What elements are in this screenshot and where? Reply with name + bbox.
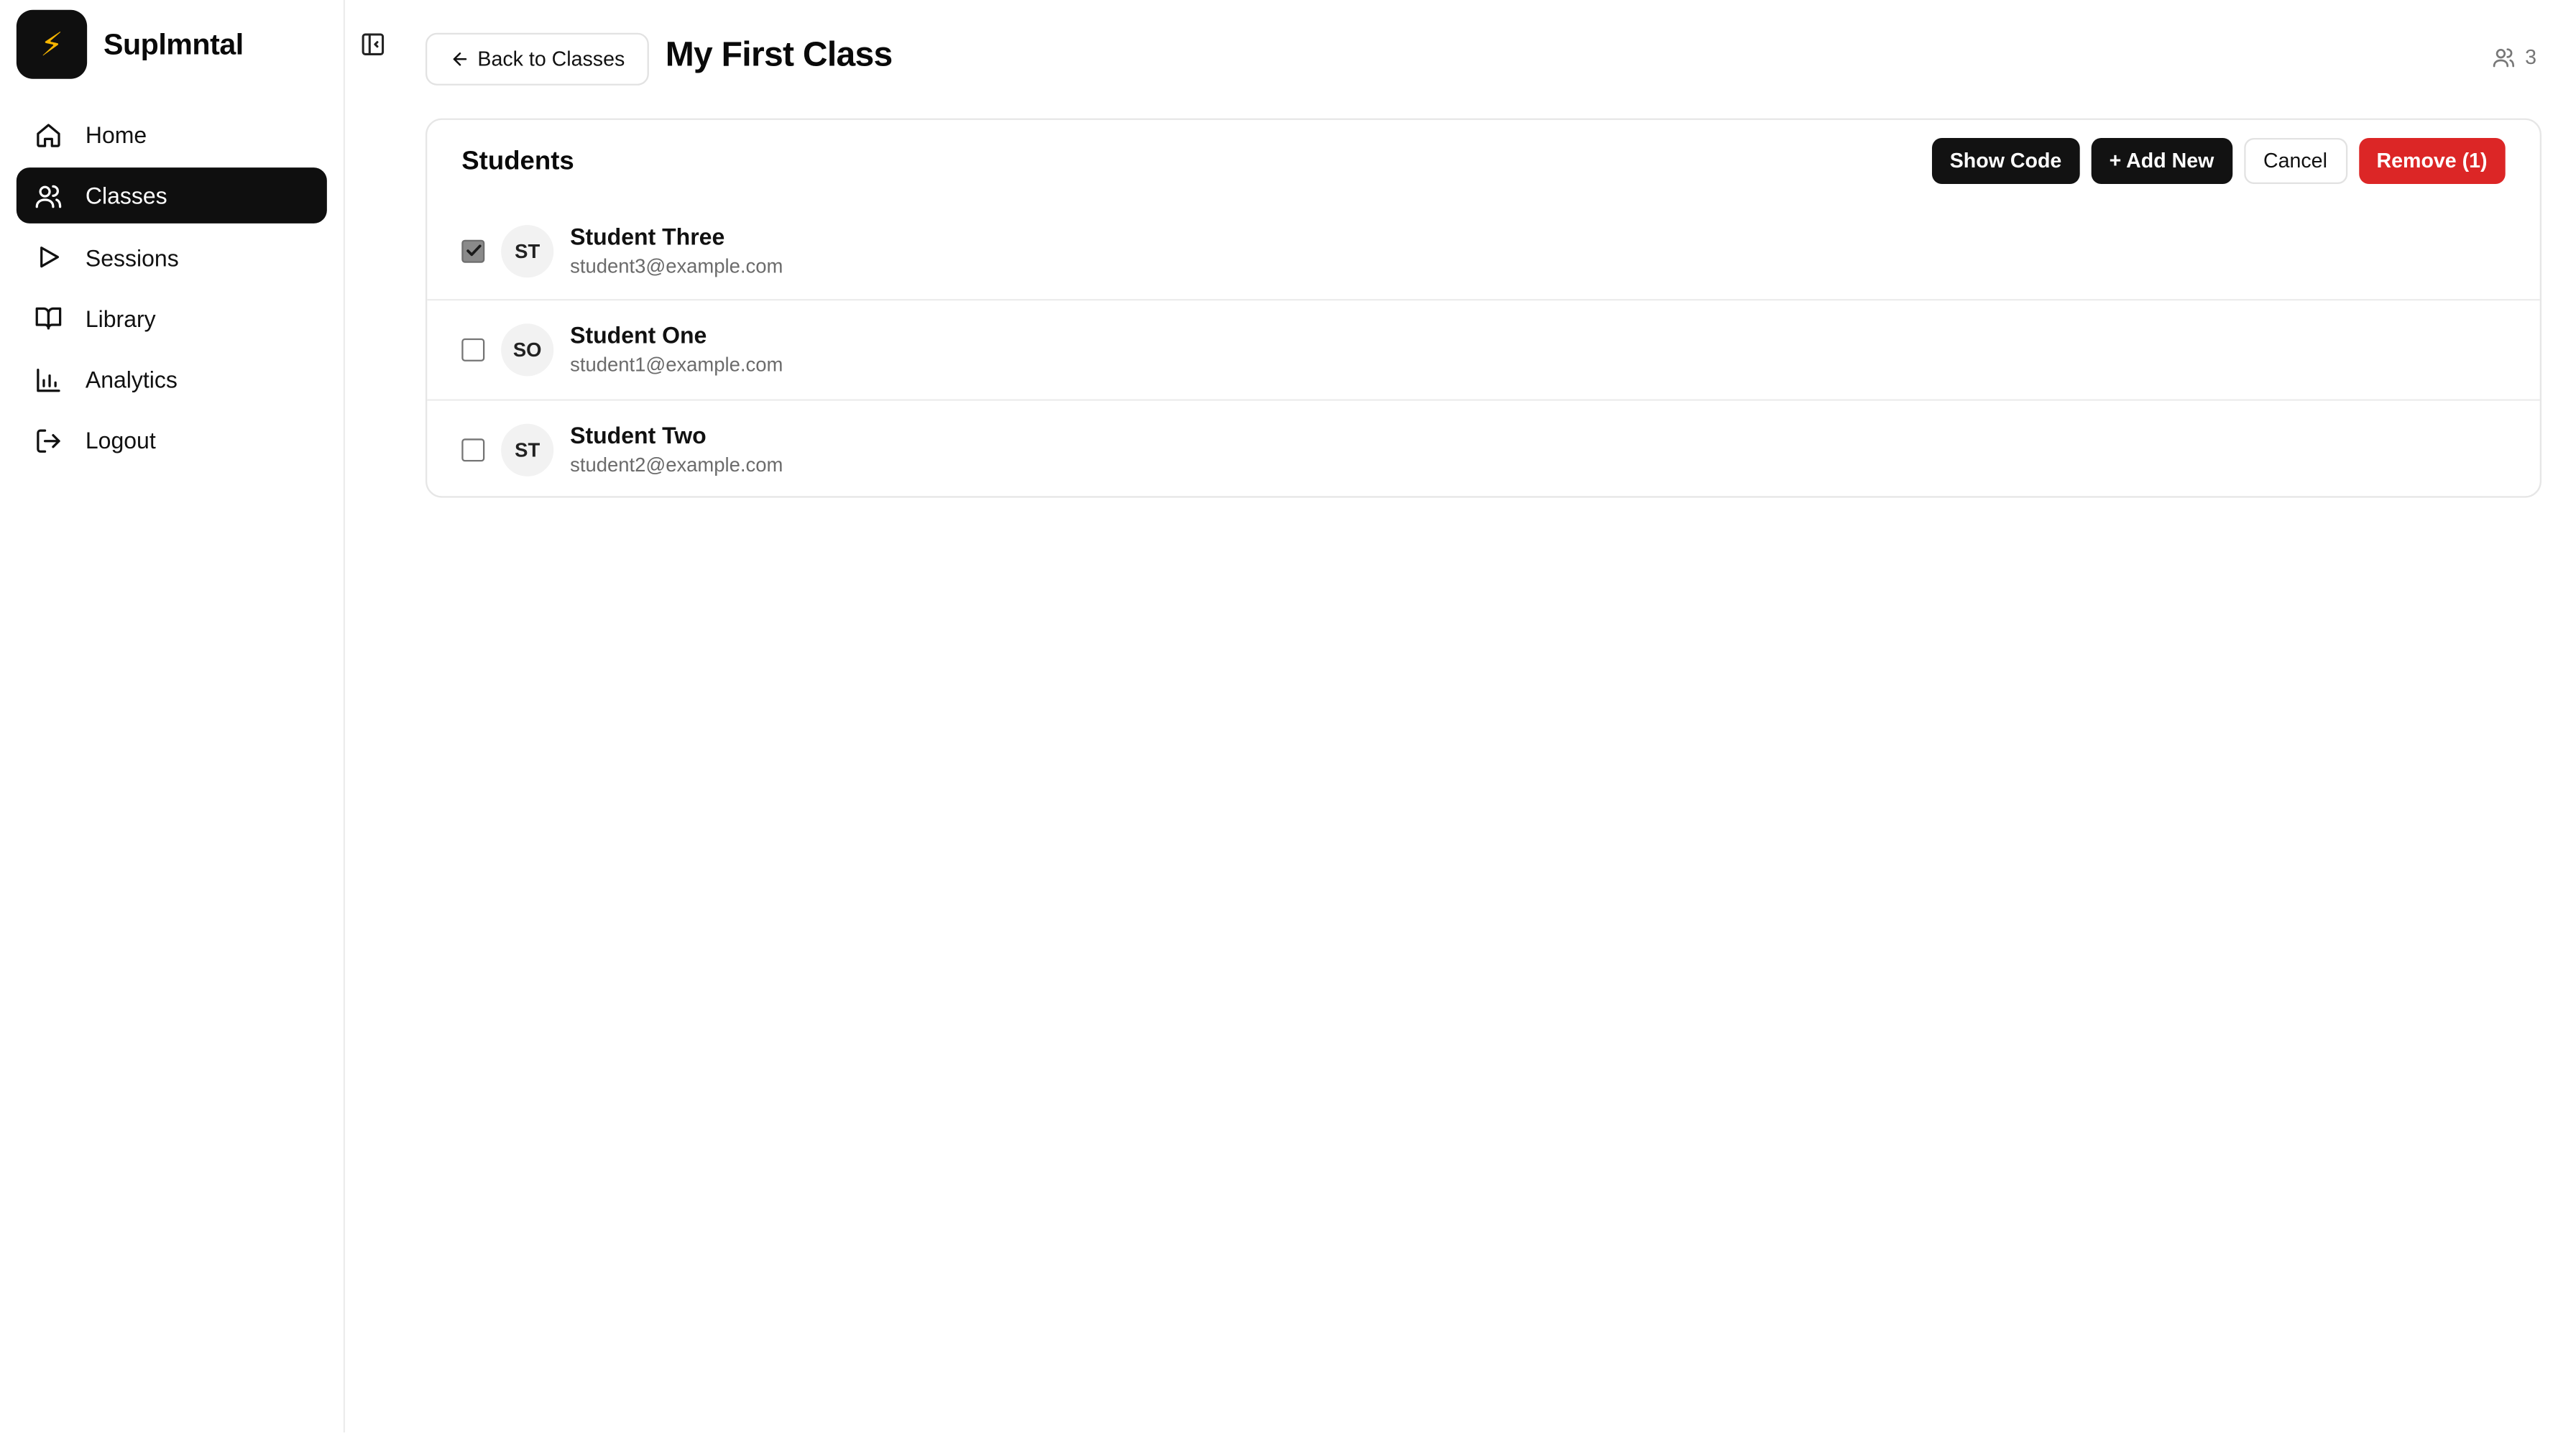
student-info: Student One student1@example.com <box>570 321 783 379</box>
student-name: Student One <box>570 321 707 349</box>
logout-icon <box>37 429 60 453</box>
book-icon <box>35 308 62 331</box>
students-list: ST Student Three student3@example.com SO… <box>427 202 2540 499</box>
sidebar: ⚡ Suplmntal Home Classes Sessions Librar… <box>0 0 345 1433</box>
students-actions: Show Code + Add New Cancel Remove (1) <box>1931 137 2506 184</box>
students-card-title: Students <box>461 147 574 176</box>
member-count-value: 3 <box>2525 45 2537 69</box>
users-icon <box>2493 48 2515 68</box>
sidebar-item-label: Classes <box>85 183 167 209</box>
member-count: 3 <box>2492 46 2536 69</box>
student-info: Student Three student3@example.com <box>570 221 783 280</box>
avatar: ST <box>501 423 554 476</box>
sidebar-item-label: Home <box>85 121 147 148</box>
brand[interactable]: ⚡ Suplmntal <box>16 9 244 79</box>
page-title: My First Class <box>665 36 893 74</box>
home-icon <box>37 123 60 147</box>
back-to-classes-button[interactable]: Back to Classes <box>425 32 649 86</box>
cancel-button[interactable]: Cancel <box>2243 137 2347 184</box>
students-card: Students Show Code + Add New Cancel Remo… <box>425 118 2542 499</box>
student-email: student1@example.com <box>570 353 783 377</box>
list-item[interactable]: ST Student Two student2@example.com <box>427 400 2539 499</box>
sidebar-item-classes[interactable]: Classes <box>16 167 327 224</box>
sidebar-item-label: Analytics <box>85 367 178 393</box>
sidebar-item-library[interactable]: Library <box>17 290 327 346</box>
list-item[interactable]: SO Student One student1@example.com <box>427 301 2540 400</box>
student-checkbox[interactable] <box>461 338 485 361</box>
show-code-button[interactable]: Show Code <box>1931 137 2080 184</box>
sidebar-item-logout[interactable]: Logout <box>17 413 327 469</box>
student-email: student3@example.com <box>570 254 783 277</box>
sidebar-item-analytics[interactable]: Analytics <box>17 352 327 408</box>
sidebar-item-home[interactable]: Home <box>17 107 327 163</box>
sidebar-toggle-icon[interactable] <box>360 31 387 57</box>
student-name: Student Three <box>570 223 725 249</box>
student-name: Student Two <box>570 421 707 448</box>
list-item[interactable]: ST Student Three student3@example.com <box>427 202 2540 301</box>
student-info: Student Two student2@example.com <box>570 420 783 479</box>
avatar: ST <box>501 224 554 277</box>
bar-chart-icon <box>37 368 60 392</box>
sidebar-item-label: Library <box>85 305 156 332</box>
student-email: student2@example.com <box>570 453 783 476</box>
app-name: Suplmntal <box>103 27 244 60</box>
sidebar-item-label: Sessions <box>85 244 179 271</box>
student-checkbox[interactable] <box>461 438 485 461</box>
sidebar-nav: Home Classes Sessions Library Analytics … <box>16 107 327 474</box>
play-icon <box>40 246 59 268</box>
sidebar-item-label: Logout <box>85 428 156 454</box>
add-new-button[interactable]: + Add New <box>2091 137 2232 184</box>
arrow-left-icon <box>453 52 466 66</box>
sidebar-item-sessions[interactable]: Sessions <box>17 229 327 285</box>
check-icon <box>466 244 481 257</box>
users-icon <box>35 185 62 208</box>
back-button-label: Back to Classes <box>477 47 625 71</box>
lightning-bolt-icon: ⚡ <box>16 9 88 79</box>
student-checkbox[interactable] <box>461 239 485 262</box>
remove-button[interactable]: Remove (1) <box>2358 137 2506 184</box>
avatar: SO <box>501 323 554 377</box>
